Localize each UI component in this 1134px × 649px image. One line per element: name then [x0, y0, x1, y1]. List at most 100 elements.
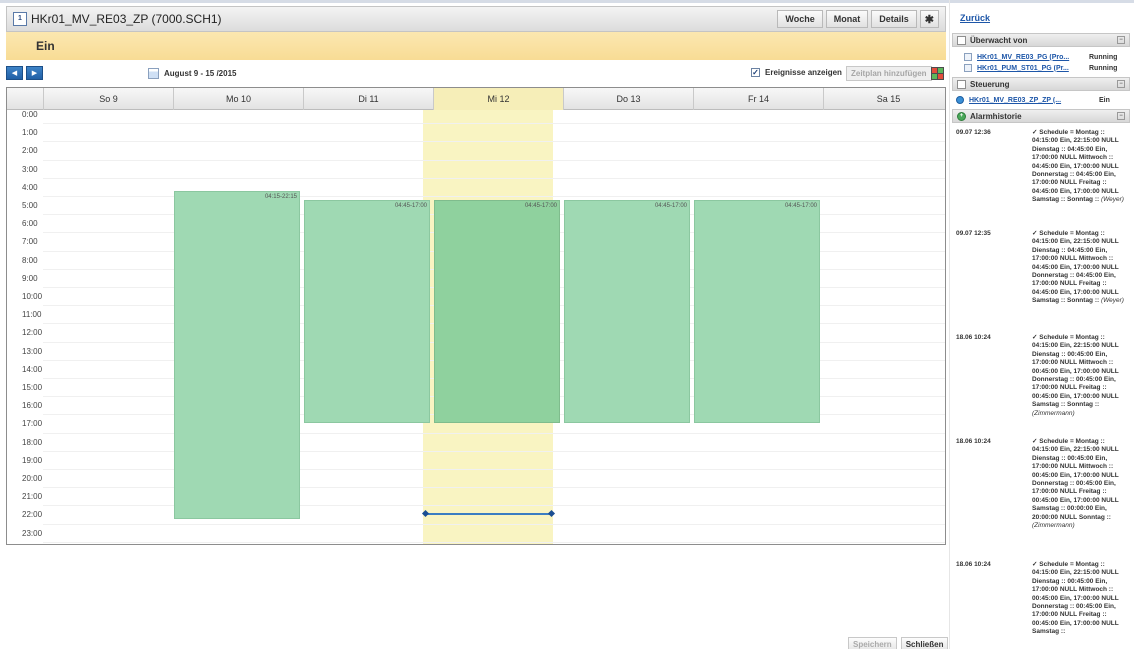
hour-label: 6:00 [22, 219, 38, 229]
monitored-item-status: Running [1089, 53, 1118, 61]
events-toggle[interactable]: ✓ Ereignisse anzeigen [751, 68, 842, 77]
day-header[interactable]: Mi 12 [433, 88, 563, 110]
control-item-status: Ein [1099, 96, 1110, 104]
alarm-date: 09.07 12:36 [956, 129, 991, 136]
week-calendar: So 9 Mo 10 Di 11 Mi 12 Do 13 Fr 14 Sa 15 0:00 1… [6, 87, 946, 545]
month-button[interactable]: Monat [825, 10, 869, 28]
day-header[interactable]: Sa 15 [823, 88, 945, 110]
monitored-panel-header[interactable]: Überwacht von − [952, 33, 1130, 47]
day-header[interactable]: Di 11 [303, 88, 433, 110]
document-icon [957, 35, 966, 45]
hour-label: 15:00 [22, 383, 43, 392]
document-icon [957, 79, 966, 89]
alarm-text: ✓ Schedule = Montag :: 04:15:00 Ein, 22:… [1032, 561, 1119, 636]
hour-label: 19:00 [22, 455, 43, 465]
hour-label: 23:00 [22, 528, 43, 538]
control-panel-header[interactable]: Steuerung − [952, 77, 1130, 91]
current-time-marker [421, 509, 556, 518]
alarm-user: (Weyer) [1100, 196, 1124, 204]
hour-label: 0:00 [22, 110, 38, 119]
alarm-text-block: ✓ Schedule = Montag :: 04:15:00 Ein, 22:… [1032, 129, 1130, 205]
schedule-event[interactable]: 04:45-17:00 [304, 200, 430, 424]
week-button[interactable]: Woche [777, 10, 823, 28]
hour-label: 10:00 [22, 292, 43, 301]
alarm-text: ✓ Schedule = Montag :: 04:15:00 Ein, 22:… [1032, 230, 1119, 305]
day-header[interactable]: Do 13 [563, 88, 693, 110]
add-timeplan-button[interactable]: Zeitplan hinzufügen [846, 66, 932, 81]
events-checkbox[interactable]: ✓ [751, 68, 760, 77]
hour-label: 20:00 [22, 474, 43, 483]
collapse-icon[interactable]: − [1117, 36, 1125, 44]
sidebar: Zurück Überwacht von − HKr01_MV_RE03_PG … [952, 0, 1134, 649]
event-time-label: 04:45-17:00 [654, 203, 687, 210]
schedule-event[interactable]: 04:45-17:00 [434, 200, 560, 424]
hour-label: 7:00 [22, 237, 38, 247]
hour-label: 2:00 [22, 146, 38, 156]
hour-label: 8:00 [22, 255, 38, 265]
back-link[interactable]: Zurück [960, 13, 990, 23]
save-button[interactable]: Speichern [848, 637, 897, 649]
alarm-panel-header[interactable]: + Alarmhistorie − [952, 109, 1130, 123]
day-header[interactable]: So 9 [43, 88, 173, 110]
hour-gridline [43, 541, 945, 543]
alarm-user: (Zimmermann) [1032, 409, 1075, 417]
control-title: Steuerung [970, 79, 1010, 89]
schedule-object-icon [956, 96, 964, 104]
day-header[interactable]: Fr 14 [693, 88, 823, 110]
program-icon [964, 64, 972, 72]
schedule-event[interactable]: 04:15-22:15 [174, 191, 300, 519]
alarm-date: 18.06 10:24 [956, 334, 991, 341]
hour-label: 4:00 [22, 182, 38, 192]
alarm-text: ✓ Schedule = Montag :: 04:15:00 Ein, 22:… [1032, 129, 1119, 204]
alarm-user: (Weyer) [1100, 297, 1124, 305]
hour-label: 14:00 [22, 364, 43, 374]
monitored-item[interactable]: HKr01_MV_RE03_PG (Pro... Running [964, 52, 1134, 62]
schedule-event[interactable]: 04:45-17:00 [564, 200, 690, 424]
hour-label: 16:00 [22, 401, 43, 411]
hour-gridline [43, 177, 945, 179]
hour-gridline [43, 159, 945, 161]
hour-label: 17:00 [22, 419, 43, 429]
program-icon [964, 53, 972, 61]
alarm-text-block: ✓ Schedule = Montag :: 04:15:00 Ein, 22:… [1032, 334, 1130, 418]
hour-label: 12:00 [22, 328, 43, 338]
legend-grid-icon[interactable] [931, 67, 944, 80]
events-label: Ereignisse anzeigen [765, 68, 842, 77]
schedule-event[interactable]: 04:45-17:00 [694, 200, 820, 424]
date-range[interactable]: August 9 - 15 /2015 [148, 66, 236, 80]
alarm-date: 09.07 12:35 [956, 230, 991, 237]
monitored-item[interactable]: HKr01_PUM_ST01_PG (Pr... Running [964, 63, 1134, 73]
event-time-label: 04:45-17:00 [394, 203, 427, 210]
collapse-icon[interactable]: − [1117, 112, 1125, 120]
hour-gridline [43, 523, 945, 525]
event-time-label: 04:15-22:15 [264, 194, 297, 201]
alarm-text: ✓ Schedule = Montag :: 04:15:00 Ein, 22:… [1032, 438, 1119, 521]
date-range-label: August 9 - 15 /2015 [164, 68, 237, 78]
title-bar: 1 HKr01_MV_RE03_ZP (7000.SCH1) Woche Mon… [6, 6, 946, 32]
prev-week-button[interactable]: ◀ [6, 66, 23, 80]
hour-label: 5:00 [22, 201, 38, 210]
monitored-item-link[interactable]: HKr01_MV_RE03_PG (Pro... [977, 54, 1089, 61]
alarm-history-icon: + [957, 111, 966, 121]
next-week-button[interactable]: ▶ [26, 66, 43, 80]
control-item-link[interactable]: HKr01_MV_RE03_ZP_ZP (... [969, 97, 1099, 104]
hour-label: 18:00 [22, 437, 43, 447]
monitored-title: Überwacht von [970, 35, 1028, 45]
event-time-label: 04:45-17:00 [524, 203, 557, 210]
collapse-icon[interactable]: − [1117, 80, 1125, 88]
sidebar-divider [949, 0, 950, 649]
hour-label: 3:00 [22, 164, 38, 174]
calendar-icon[interactable] [148, 67, 159, 79]
details-button[interactable]: Details [871, 10, 917, 28]
hour-label: 1:00 [22, 128, 38, 138]
hour-label: 21:00 [22, 492, 43, 502]
status-value: Ein [36, 39, 55, 53]
day-header[interactable]: Mo 10 [173, 88, 303, 110]
control-item[interactable]: HKr01_MV_RE03_ZP_ZP (... Ein [956, 95, 1134, 105]
gear-icon[interactable]: ✱ [919, 10, 939, 28]
close-button[interactable]: Schließen [900, 637, 949, 649]
hour-label: 9:00 [22, 273, 38, 283]
hour-gridline [43, 141, 945, 143]
monitored-item-link[interactable]: HKr01_PUM_ST01_PG (Pr... [977, 65, 1089, 72]
alarm-user: (Zimmermann) [1032, 522, 1075, 530]
